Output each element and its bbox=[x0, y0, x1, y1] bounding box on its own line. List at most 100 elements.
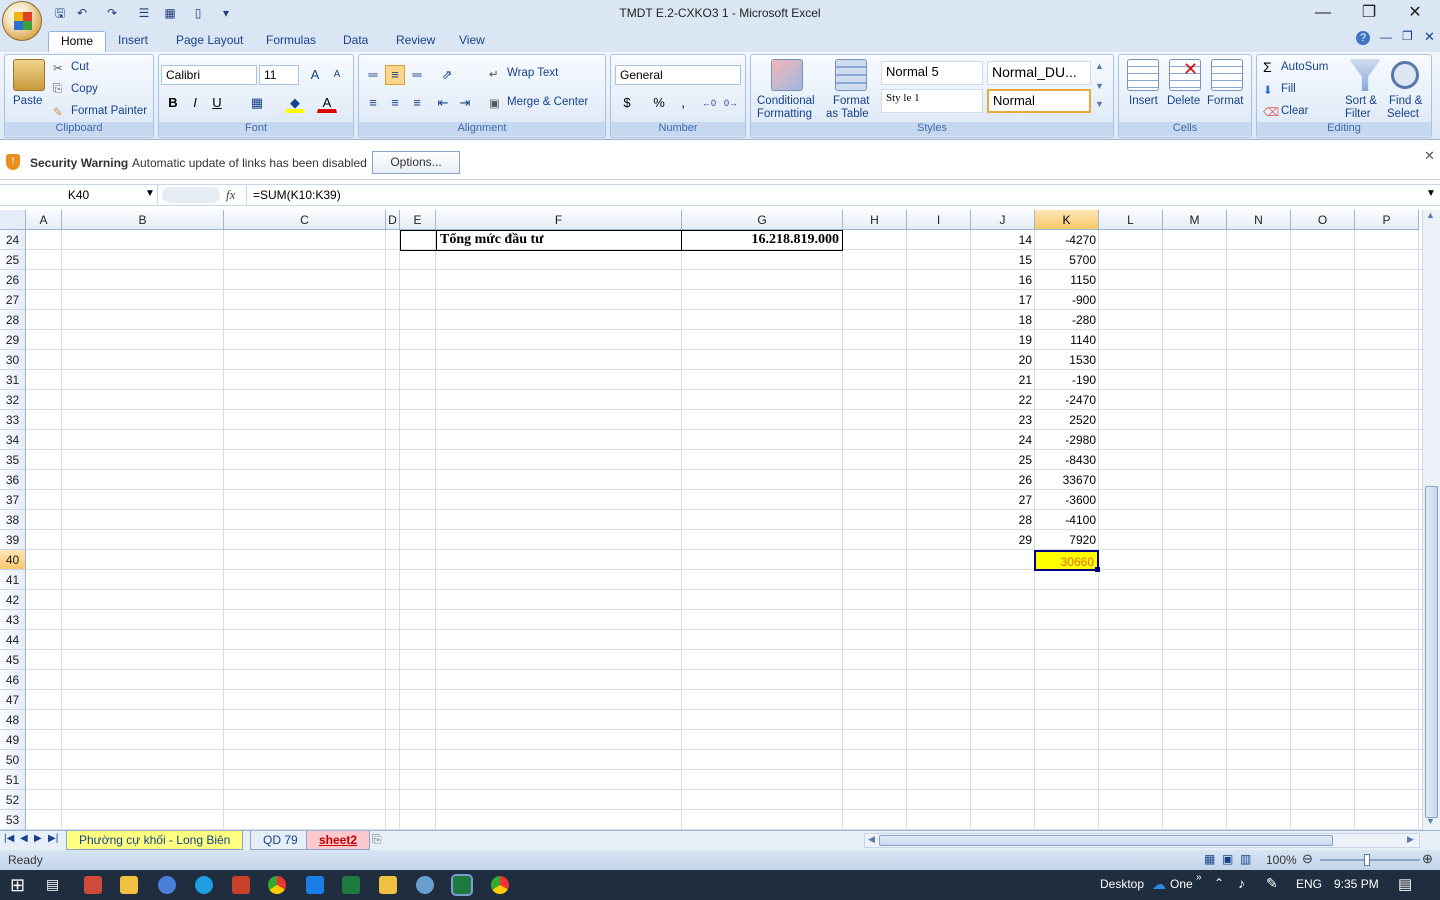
grow-font-icon[interactable]: A bbox=[305, 65, 325, 85]
insert-function-icon[interactable]: fx bbox=[226, 187, 235, 203]
name-box[interactable]: K40 bbox=[0, 185, 158, 205]
app-icon-2[interactable] bbox=[232, 876, 250, 894]
cell-k27[interactable]: -900 bbox=[1035, 290, 1099, 310]
onedrive-label[interactable]: One bbox=[1170, 877, 1193, 891]
row-header-33[interactable]: 33 bbox=[0, 410, 26, 430]
copy-button[interactable]: Copy bbox=[71, 83, 98, 95]
close-icon[interactable]: ✕ bbox=[1392, 2, 1438, 26]
app-icon-3[interactable] bbox=[416, 876, 434, 894]
increase-decimal-icon[interactable]: ←0 bbox=[699, 93, 719, 113]
cell-j26[interactable]: 16 bbox=[971, 270, 1035, 290]
edge-icon[interactable] bbox=[195, 876, 213, 894]
column-header-k[interactable]: K bbox=[1035, 210, 1099, 230]
cell-k37[interactable]: -3600 bbox=[1035, 490, 1099, 510]
sheet-tab-qd79[interactable]: QD 79 bbox=[250, 831, 311, 850]
paste-button[interactable]: Paste bbox=[13, 95, 42, 107]
help-icon[interactable]: ? bbox=[1356, 31, 1370, 45]
task-view-icon[interactable]: ▤ bbox=[46, 876, 59, 893]
excel-icon-active[interactable] bbox=[451, 874, 473, 896]
borders-icon[interactable]: ▦ bbox=[247, 93, 267, 113]
font-color-icon[interactable]: A bbox=[317, 93, 337, 113]
italic-button[interactable]: I bbox=[185, 93, 205, 113]
tab-view[interactable]: View bbox=[447, 31, 497, 52]
scroll-right-icon[interactable]: ▶ bbox=[1407, 834, 1414, 845]
desktop-label[interactable]: Desktop bbox=[1100, 877, 1144, 891]
align-bottom-icon[interactable]: ═ bbox=[407, 65, 427, 85]
style-normal-du[interactable]: Normal_DU... bbox=[987, 61, 1091, 85]
cell-k39[interactable]: 7920 bbox=[1035, 530, 1099, 550]
vertical-scroll-thumb[interactable] bbox=[1425, 486, 1438, 818]
cell-j27[interactable]: 17 bbox=[971, 290, 1035, 310]
formula-expand-icon[interactable]: ▼ bbox=[1426, 188, 1436, 199]
column-header-p[interactable]: P bbox=[1355, 210, 1419, 230]
cut-button[interactable]: Cut bbox=[71, 61, 89, 73]
restore-icon[interactable]: ❐ bbox=[1346, 2, 1392, 26]
cell-j32[interactable]: 22 bbox=[971, 390, 1035, 410]
clock[interactable]: 9:35 PM bbox=[1334, 877, 1379, 891]
row-header-46[interactable]: 46 bbox=[0, 670, 26, 690]
cell-k35[interactable]: -8430 bbox=[1035, 450, 1099, 470]
autosum-button[interactable]: AutoSum bbox=[1281, 61, 1328, 73]
format-as-table-button[interactable]: Format bbox=[833, 95, 869, 107]
ribbon-restore-icon[interactable]: ❐ bbox=[1402, 29, 1413, 43]
language-indicator[interactable]: ENG bbox=[1296, 877, 1322, 891]
cell-j33[interactable]: 23 bbox=[971, 410, 1035, 430]
fill-handle[interactable] bbox=[1095, 567, 1100, 572]
row-header-24[interactable]: 24 bbox=[0, 230, 26, 250]
security-options-button[interactable]: Options... bbox=[372, 151, 460, 174]
zoom-slider-thumb[interactable] bbox=[1364, 854, 1370, 866]
cell-j28[interactable]: 18 bbox=[971, 310, 1035, 330]
underline-button[interactable]: U bbox=[207, 93, 227, 113]
row-header-26[interactable]: 26 bbox=[0, 270, 26, 290]
row-header-40[interactable]: 40 bbox=[0, 550, 26, 570]
row-header-35[interactable]: 35 bbox=[0, 450, 26, 470]
insert-sheet-icon[interactable]: ⎘ bbox=[372, 832, 382, 847]
styles-scroll-down-icon[interactable]: ▼ bbox=[1095, 81, 1104, 91]
row-header-47[interactable]: 47 bbox=[0, 690, 26, 710]
scroll-left-icon[interactable]: ◀ bbox=[868, 834, 875, 845]
paste-icon[interactable] bbox=[13, 59, 45, 91]
row-header-49[interactable]: 49 bbox=[0, 730, 26, 750]
find-select-button[interactable]: Find & bbox=[1389, 95, 1422, 107]
tab-page-layout[interactable]: Page Layout bbox=[164, 31, 255, 52]
prev-sheet-icon[interactable]: ◀ bbox=[20, 833, 28, 844]
column-header-d[interactable]: D bbox=[386, 210, 400, 230]
row-header-44[interactable]: 44 bbox=[0, 630, 26, 650]
wrap-text-button[interactable]: Wrap Text bbox=[507, 67, 558, 79]
bold-button[interactable]: B bbox=[163, 93, 183, 113]
zoom-in-icon[interactable]: ⊕ bbox=[1422, 851, 1433, 867]
format-painter-button[interactable]: Format Painter bbox=[71, 105, 147, 117]
store-icon[interactable] bbox=[120, 876, 138, 894]
zoom-out-icon[interactable]: ⊖ bbox=[1302, 851, 1313, 867]
row-header-43[interactable]: 43 bbox=[0, 610, 26, 630]
column-header-c[interactable]: C bbox=[224, 210, 386, 230]
cell-g24[interactable]: 16.218.819.000 bbox=[682, 230, 842, 250]
row-header-51[interactable]: 51 bbox=[0, 770, 26, 790]
currency-button[interactable]: $ bbox=[617, 93, 637, 113]
new-document-icon[interactable]: ▯ bbox=[190, 5, 206, 21]
zoom-slider[interactable] bbox=[1320, 859, 1420, 861]
column-header-l[interactable]: L bbox=[1099, 210, 1163, 230]
number-format-select[interactable]: General bbox=[615, 65, 741, 85]
decrease-decimal-icon[interactable]: 0→ bbox=[721, 93, 741, 113]
align-top-icon[interactable]: ═ bbox=[363, 65, 383, 85]
undo-icon[interactable]: ↶ bbox=[74, 5, 90, 21]
row-header-34[interactable]: 34 bbox=[0, 430, 26, 450]
excel-icon-1[interactable] bbox=[342, 876, 360, 894]
cell-j37[interactable]: 27 bbox=[971, 490, 1035, 510]
conditional-formatting-icon[interactable] bbox=[771, 59, 803, 91]
shrink-font-icon[interactable]: A bbox=[327, 65, 347, 85]
worksheet-grid[interactable]: ABCDEFGHIJKLMNOP 24 25 26 27 28 29 30 31 32 33 34 3… bbox=[0, 210, 1422, 830]
row-header-37[interactable]: 37 bbox=[0, 490, 26, 510]
tab-formulas[interactable]: Formulas bbox=[254, 31, 328, 52]
cell-j39[interactable]: 29 bbox=[971, 530, 1035, 550]
row-header-42[interactable]: 42 bbox=[0, 590, 26, 610]
next-sheet-icon[interactable]: ▶ bbox=[34, 833, 42, 844]
ribbon-close-icon[interactable]: ✕ bbox=[1424, 29, 1435, 45]
save-icon[interactable]: 🖫 bbox=[52, 5, 68, 21]
sheet-tab-sheet2[interactable]: sheet2 bbox=[306, 831, 371, 850]
select-all-button[interactable] bbox=[0, 210, 26, 230]
insert-cells-icon[interactable] bbox=[1127, 59, 1159, 91]
column-header-h[interactable]: H bbox=[843, 210, 907, 230]
insert-cells-button[interactable]: Insert bbox=[1129, 95, 1158, 107]
